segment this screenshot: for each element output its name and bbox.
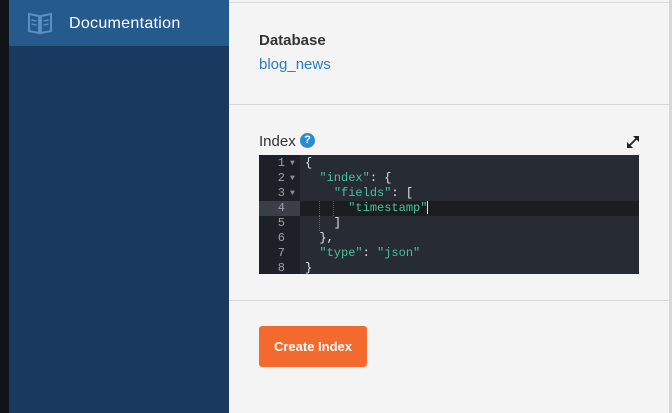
- editor-line: 6 },: [277, 231, 334, 245]
- editor-line: 7 "type": "json": [277, 246, 421, 260]
- fold-arrow-icon[interactable]: ▼: [290, 186, 300, 201]
- database-link[interactable]: blog_news: [259, 56, 331, 73]
- fold-arrow-icon[interactable]: ▼: [290, 156, 300, 171]
- text-cursor: [427, 201, 429, 215]
- fold-arrow-icon[interactable]: ▼: [290, 171, 300, 186]
- index-label: Index: [259, 133, 296, 150]
- editor-line: 5 ]: [277, 216, 342, 231]
- expand-arrows-icon[interactable]: [625, 134, 641, 150]
- editor-line-active: 4 "timestamp": [259, 201, 639, 216]
- divider: [229, 104, 669, 105]
- main-panel: Database blog_news Index ? 1 ▼ { 2 ▼ "in…: [229, 0, 672, 413]
- sidebar-item-documentation[interactable]: Documentation: [9, 0, 229, 46]
- sidebar-item-label: Documentation: [69, 15, 181, 32]
- window-edge: [0, 0, 9, 413]
- divider: [229, 2, 669, 3]
- sidebar: Documentation: [9, 0, 229, 413]
- index-code-editor[interactable]: 1 ▼ { 2 ▼ "index": { 3 ▼ "fields": [ 4 "…: [259, 155, 639, 274]
- create-index-button[interactable]: Create Index: [259, 326, 367, 367]
- editor-line: 2 ▼ "index": {: [277, 171, 392, 186]
- editor-line: 1 ▼ {: [277, 156, 313, 171]
- question-circle-icon[interactable]: ?: [300, 133, 315, 148]
- editor-line: 8 }: [277, 261, 313, 274]
- divider: [229, 300, 669, 301]
- database-label: Database: [259, 32, 326, 49]
- editor-line: 3 ▼ "fields": [: [277, 186, 414, 201]
- book-icon: [27, 11, 53, 35]
